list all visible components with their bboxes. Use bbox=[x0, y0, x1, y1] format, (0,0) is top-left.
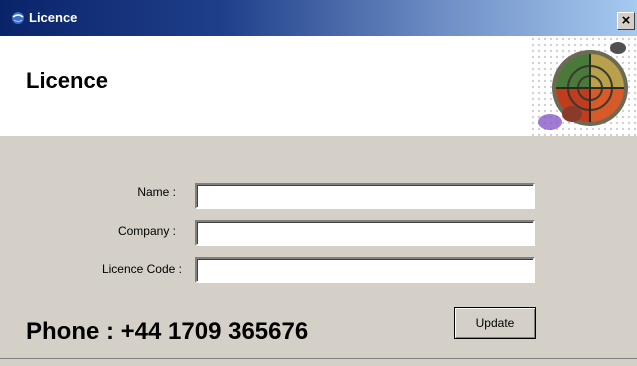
phone-text: Phone : +44 1709 365676 bbox=[26, 318, 309, 345]
name-label: Name : bbox=[137, 185, 176, 199]
app-icon bbox=[11, 11, 25, 25]
update-button[interactable]: Update bbox=[454, 307, 536, 339]
globe-logo-icon bbox=[530, 36, 637, 136]
company-field[interactable] bbox=[195, 220, 535, 246]
window-bottom-edge bbox=[0, 358, 637, 366]
close-button[interactable]: × bbox=[617, 12, 635, 30]
company-label: Company : bbox=[117, 224, 176, 238]
title-bar[interactable]: Licence × bbox=[0, 0, 637, 36]
window-title: Licence bbox=[29, 10, 78, 25]
licence-code-label: Licence Code : bbox=[101, 262, 182, 276]
licence-code-field[interactable] bbox=[195, 257, 535, 283]
page-title: Licence bbox=[26, 68, 108, 93]
name-field[interactable] bbox=[195, 183, 535, 209]
